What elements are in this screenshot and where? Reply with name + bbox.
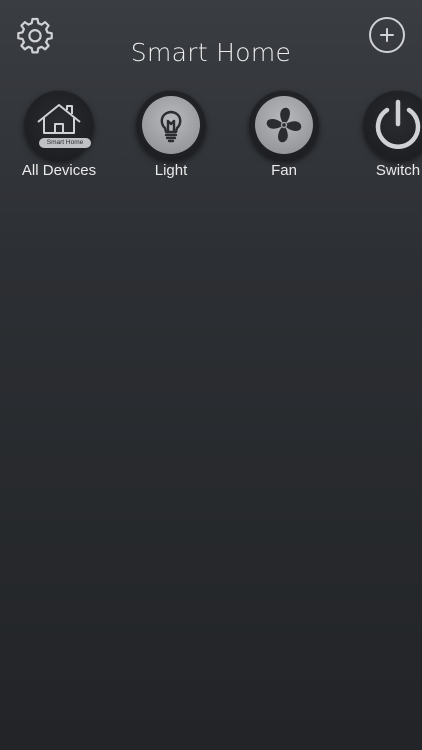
lightbulb-icon-wrap <box>142 96 200 154</box>
category-switch[interactable]: Switch <box>346 88 422 188</box>
top-bar: Smart Home <box>0 0 422 90</box>
category-disc <box>136 90 206 160</box>
category-light[interactable]: Light <box>119 88 219 188</box>
house-icon-wrap: Smart Home <box>30 96 91 154</box>
category-all-devices[interactable]: Smart Home All Devices <box>7 88 107 188</box>
lightbulb-icon <box>160 110 182 143</box>
category-label: All Devices <box>21 162 97 179</box>
category-disc: Smart Home <box>24 90 94 160</box>
house-icon <box>37 104 81 134</box>
power-icon-wrap <box>369 96 422 154</box>
fan-icon <box>266 107 302 143</box>
category-fan[interactable]: Fan <box>232 88 332 188</box>
category-bar: Smart Home All Devices Light Fan Switch <box>0 88 422 188</box>
category-label: Switch <box>375 162 421 179</box>
add-device-button[interactable] <box>369 17 405 53</box>
fan-icon-wrap <box>255 96 313 154</box>
category-label: Light <box>154 162 188 179</box>
power-icon <box>375 99 421 149</box>
page-title: Smart Home <box>130 38 292 67</box>
smart-home-badge: Smart Home <box>39 138 91 148</box>
category-disc <box>249 90 319 160</box>
category-disc <box>363 90 422 160</box>
plus-icon <box>380 28 394 42</box>
category-label: Fan <box>271 162 297 179</box>
